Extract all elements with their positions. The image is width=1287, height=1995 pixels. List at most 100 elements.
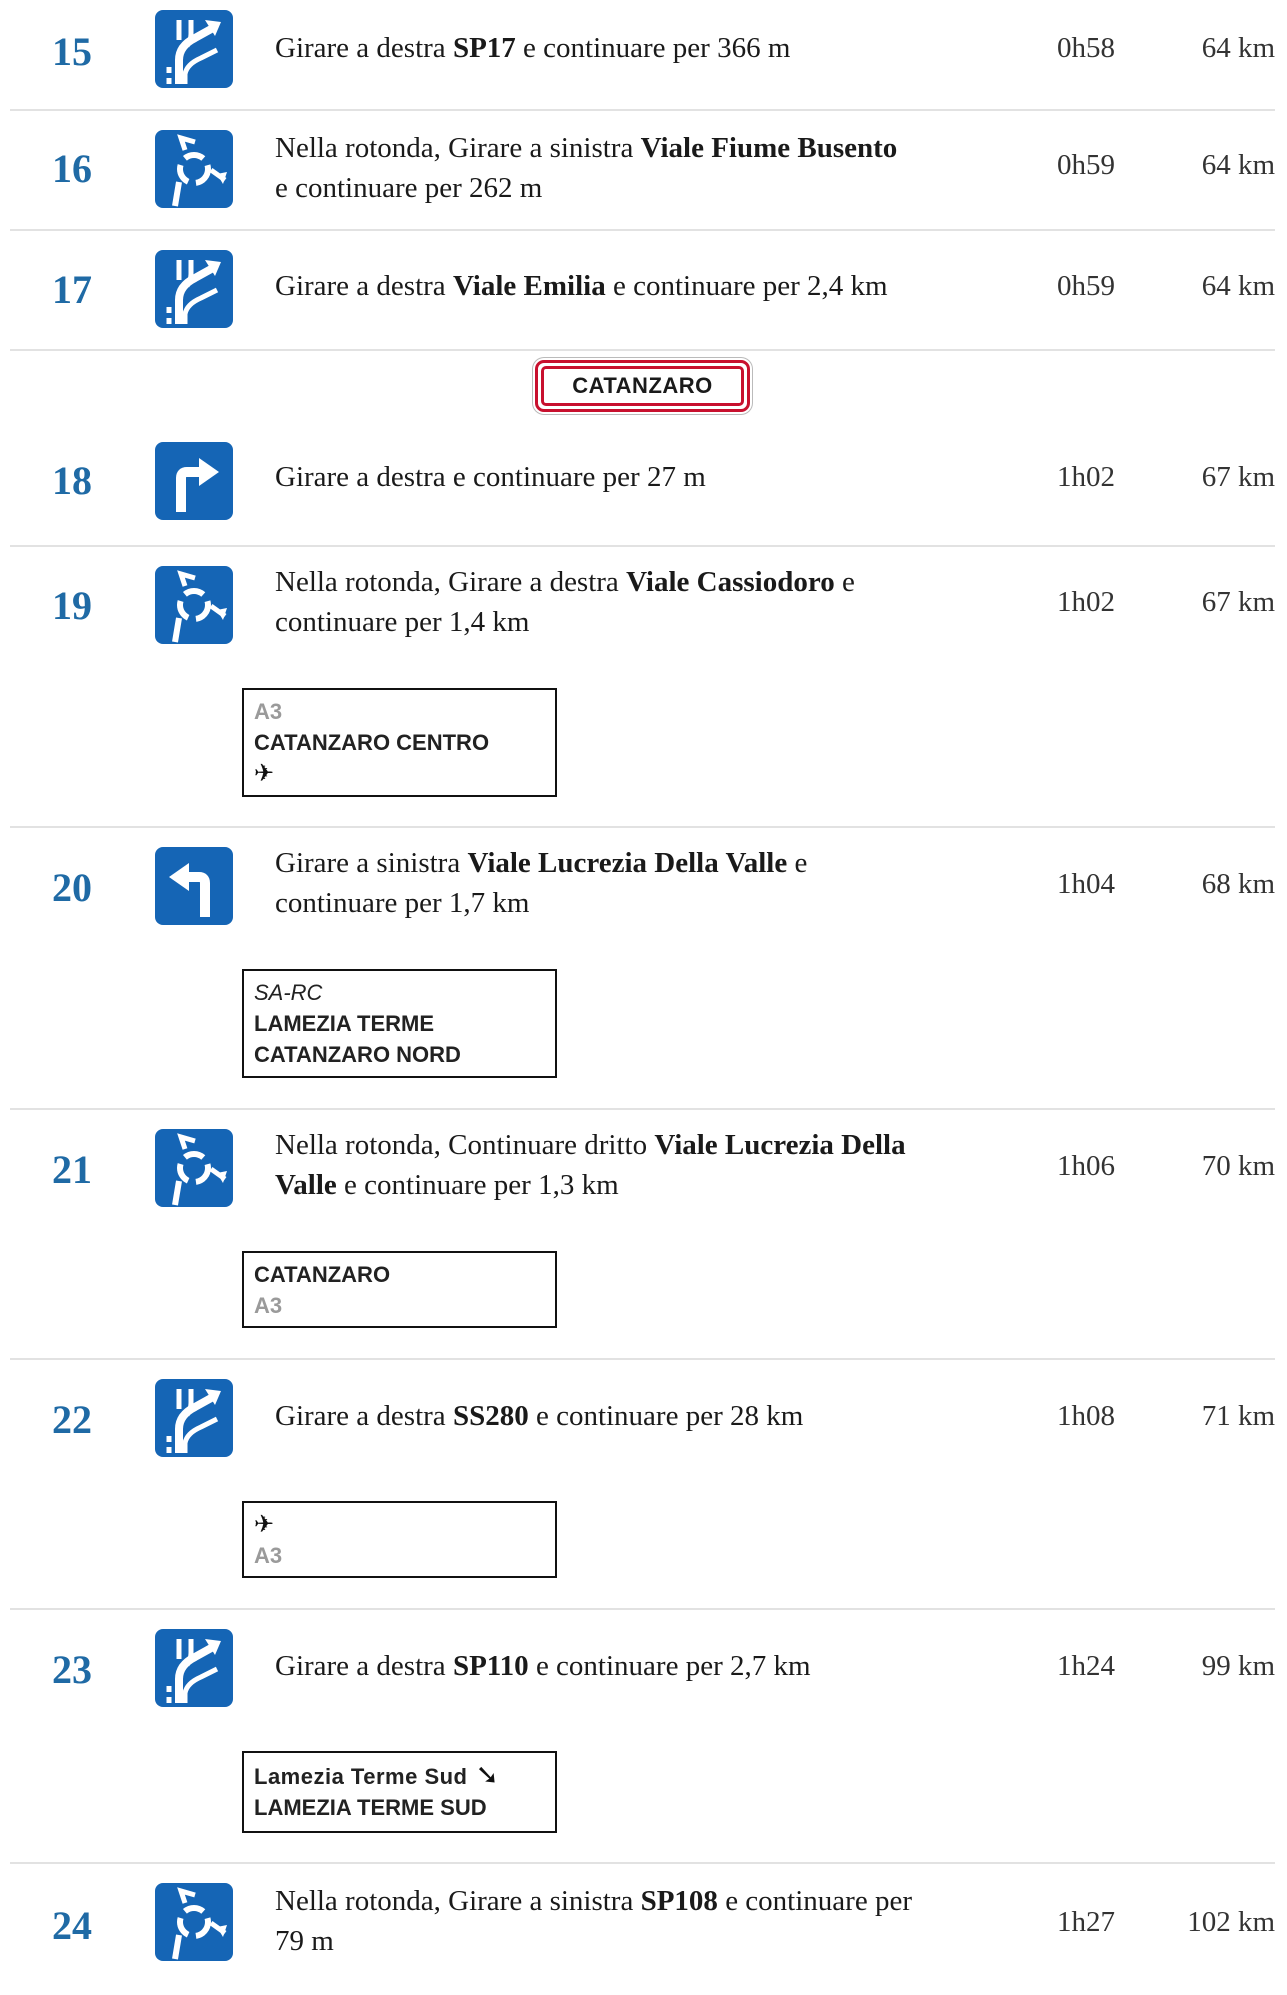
direction-sign: SA-RC LAMEZIA TERME CATANZARO NORD [242, 969, 557, 1078]
step-time: 0h58 [1057, 32, 1115, 64]
step-number: 24 [52, 1903, 92, 1948]
instruction-text: Girare a destra e continuare per 27 m [275, 461, 706, 493]
step-instruction: Nella rotonda, Continuare dritto Viale L… [275, 1125, 975, 1205]
step-distance: 64 km [1201, 270, 1275, 302]
instruction-text: e continuare per 28 km [528, 1400, 804, 1432]
divider [10, 229, 1275, 231]
instruction-text: Nella rotonda, Girare a sinistra [275, 132, 641, 164]
step-time: 1h24 [1057, 1650, 1115, 1682]
step-time: 1h02 [1057, 586, 1115, 618]
sign-airport: ✈ [254, 758, 545, 789]
road-name: SP17 [452, 32, 516, 64]
step-row: 22 Girare a destra SS280 e continuare pe… [10, 1361, 1275, 1611]
step-instruction: Girare a destra SP17 e continuare per 36… [275, 28, 975, 68]
bear-right-icon-graphic [166, 1639, 221, 1703]
step-number: 17 [52, 267, 92, 312]
road-name: Viale Lucrezia Della [654, 1129, 906, 1161]
instruction-text: e continuare per 366 m [515, 32, 791, 64]
sign-airport: ✈ [254, 1509, 545, 1540]
route-directions-page: 15 Girare a destra SP17 e continuare per… [0, 0, 1287, 1995]
instruction-text: Girare a destra [275, 270, 453, 302]
step-time: 0h59 [1057, 270, 1115, 302]
roundabout-icon [155, 566, 233, 644]
step-number: 22 [52, 1397, 92, 1442]
road-name: Valle [275, 1169, 337, 1201]
instruction-text: e [787, 847, 808, 879]
direction-sign: A3 CATANZARO CENTRO ✈ [242, 688, 557, 797]
instruction-text: continuare per 1,7 km [275, 887, 530, 919]
step-number: 19 [52, 583, 92, 628]
step-row: 21 Nella rotonda, Continuare dritto Vial… [10, 1111, 1275, 1361]
bear-right-icon-graphic [166, 20, 221, 84]
step-distance: 64 km [1201, 32, 1275, 64]
divider [10, 1608, 1275, 1610]
instruction-text: Girare a destra [275, 32, 453, 64]
step-distance: 102 km [1187, 1906, 1275, 1938]
step-time: 1h02 [1057, 461, 1115, 493]
turn-left-icon [155, 847, 233, 925]
step-distance: 68 km [1201, 868, 1275, 900]
step-row: 18 Girare a destra e continuare per 27 m… [10, 430, 1275, 545]
airplane-icon: ✈ [254, 760, 275, 787]
instruction-text: Nella rotonda, Continuare dritto [275, 1129, 655, 1161]
roundabout-icon-graphic [172, 134, 227, 207]
road-name: Viale Fiume Busento [640, 132, 898, 164]
step-row: 15 Girare a destra SP17 e continuare per… [10, 8, 1275, 108]
instruction-text: Girare a destra [275, 1400, 453, 1432]
divider [10, 545, 1275, 547]
bear-right-icon [155, 1629, 233, 1707]
step-number: 15 [52, 29, 92, 74]
step-number: 18 [52, 458, 92, 503]
step-row: 16 Nella rotonda, Girare a sinistra Vial… [10, 112, 1275, 227]
instruction-text: Girare a sinistra [275, 847, 468, 879]
step-number: 23 [52, 1647, 92, 1692]
instruction-text: e [834, 566, 855, 598]
step-distance: 67 km [1201, 586, 1275, 618]
divider [10, 1358, 1275, 1360]
bear-right-icon [155, 250, 233, 328]
turn-right-icon-graphic [176, 458, 219, 512]
turn-left-icon-graphic [169, 863, 210, 917]
instruction-text: continuare per 1,4 km [275, 606, 530, 638]
roundabout-icon-graphic [172, 570, 227, 643]
turn-right-icon [155, 442, 233, 520]
step-instruction: Girare a destra SP110 e continuare per 2… [275, 1646, 975, 1686]
sign-exit: Lamezia Terme Sud ➘ [254, 1759, 545, 1792]
road-name: Viale Emilia [452, 270, 606, 302]
step-row: 20 Girare a sinistra Viale Lucrezia Dell… [10, 829, 1275, 1109]
step-instruction: Girare a destra SS280 e continuare per 2… [275, 1396, 975, 1436]
bear-right-icon [155, 10, 233, 88]
step-distance: 64 km [1201, 149, 1275, 181]
roundabout-icon [155, 1883, 233, 1961]
step-instruction: Nella rotonda, Girare a destra Viale Cas… [275, 562, 975, 642]
roundabout-icon-graphic [172, 1133, 227, 1206]
step-number: 20 [52, 865, 92, 910]
divider [10, 826, 1275, 828]
instruction-text: Nella rotonda, Girare a sinistra [275, 1885, 641, 1917]
step-distance: 70 km [1201, 1150, 1275, 1182]
sign-road: SA-RC [254, 980, 323, 1005]
step-distance: 99 km [1201, 1650, 1275, 1682]
instruction-text: e continuare per 2,7 km [528, 1650, 811, 1682]
step-distance: 71 km [1201, 1400, 1275, 1432]
sign-destination: LAMEZIA TERME [254, 1011, 435, 1036]
bear-right-icon [155, 1379, 233, 1457]
city-entry-sign: CATANZARO [535, 360, 750, 412]
road-name: SS280 [452, 1400, 529, 1432]
instruction-text: e continuare per 2,4 km [605, 270, 888, 302]
city-sign-label: CATANZARO [541, 366, 744, 406]
step-number: 21 [52, 1147, 92, 1192]
instruction-text: 79 m [275, 1925, 334, 1957]
divider [10, 109, 1275, 111]
step-instruction: Girare a destra e continuare per 27 m [275, 457, 975, 497]
step-row: 23 Girare a destra SP110 e continuare pe… [10, 1611, 1275, 1861]
sign-destination: LAMEZIA TERME SUD [254, 1795, 487, 1820]
step-instruction: Girare a sinistra Viale Lucrezia Della V… [275, 843, 975, 923]
divider [10, 1862, 1275, 1864]
direction-sign: CATANZARO A3 [242, 1251, 557, 1328]
sign-destination: CATANZARO [254, 1262, 391, 1287]
instruction-text: e continuare per [717, 1885, 912, 1917]
divider [10, 1108, 1275, 1110]
sign-road: A3 [254, 699, 283, 724]
roundabout-icon [155, 1129, 233, 1207]
